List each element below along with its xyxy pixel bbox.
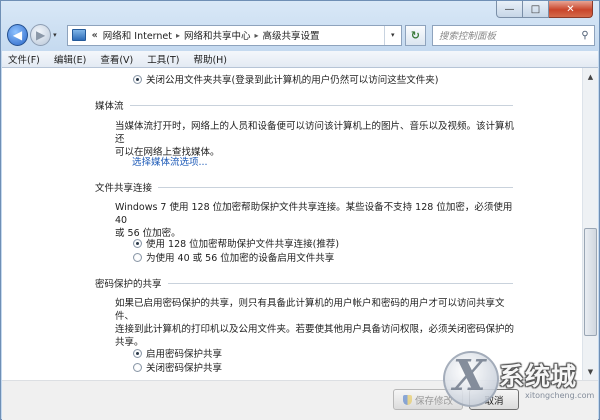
- watermark-url: xitongcheng.com: [525, 391, 595, 400]
- menu-view[interactable]: 查看(V): [94, 52, 141, 66]
- address-bar[interactable]: « 网络和 Internet ▸ 网络和共享中心 ▸ 高级共享设置 ▾: [66, 24, 402, 46]
- address-dropdown-icon[interactable]: ▾: [383, 25, 401, 45]
- close-button[interactable]: ✕: [549, 1, 593, 18]
- encryption-128-option[interactable]: 使用 128 位加密帮助保护文件共享连接(推荐): [133, 236, 339, 250]
- section-title: 文件共享连接: [95, 183, 153, 194]
- section-title: 媒体流: [95, 101, 124, 112]
- menu-file[interactable]: 文件(F): [2, 52, 48, 66]
- radio-button[interactable]: [133, 74, 142, 84]
- search-placeholder: 搜索控制面板: [438, 31, 496, 42]
- radio-button[interactable]: [133, 348, 142, 358]
- media-streaming-section-header: 媒体流: [95, 98, 513, 112]
- description-line: Windows 7 使用 128 位加密帮助保护文件共享连接。某些设备不支持 1…: [115, 202, 513, 226]
- recent-pages-dropdown-icon[interactable]: ▾: [53, 31, 63, 39]
- search-icon[interactable]: ⚲: [576, 30, 594, 41]
- option-label: 关闭密码保护共享: [146, 363, 223, 374]
- watermark-glyph: X: [453, 351, 486, 400]
- option-label: 关闭公用文件夹共享(登录到此计算机的用户仍然可以访问这些文件夹): [146, 75, 439, 86]
- password-sharing-on-option[interactable]: 启用密码保护共享: [133, 346, 222, 360]
- menu-help[interactable]: 帮助(H): [187, 52, 235, 66]
- section-divider: [158, 186, 513, 188]
- refresh-button[interactable]: ↻: [404, 24, 426, 46]
- media-streaming-options-link[interactable]: 选择媒体流选项...: [132, 154, 208, 168]
- option-label: 为使用 40 或 56 位加密的设备启用文件共享: [146, 253, 335, 264]
- breadcrumb-network-sharing-center[interactable]: 网络和共享中心: [181, 28, 254, 42]
- vertical-scrollbar[interactable]: ▲ ▼: [582, 68, 598, 380]
- option-label: 启用密码保护共享: [146, 349, 223, 360]
- address-tail: ▾: [383, 25, 401, 45]
- option-label: 使用 128 位加密帮助保护文件共享连接(推荐): [146, 239, 340, 250]
- breadcrumb-advanced-sharing[interactable]: 高级共享设置: [260, 28, 323, 42]
- radio-button[interactable]: [133, 362, 142, 372]
- description-line: 如果已启用密码保护的共享，则只有具备此计算机的用户帐户和密码的用户才可以访问共享…: [115, 298, 505, 322]
- uac-shield-icon: [402, 394, 412, 405]
- caption-buttons: — □ ✕: [496, 1, 593, 18]
- watermark-text: 系统城: [499, 362, 578, 391]
- site-watermark-logo: X 系统城 xitongcheng.com: [441, 349, 599, 419]
- section-title: 密码保护的共享: [95, 279, 162, 290]
- control-panel-window: — □ ✕ ◀ ▶ ▾ « 网络和 Internet ▸ 网络和共享中心 ▸ 高…: [0, 0, 600, 420]
- back-button[interactable]: ◀: [7, 24, 29, 46]
- forward-button[interactable]: ▶: [30, 24, 52, 46]
- menu-tools[interactable]: 工具(T): [141, 52, 187, 66]
- menu-edit[interactable]: 编辑(E): [48, 52, 94, 66]
- address-overflow-chevron-icon[interactable]: «: [90, 30, 100, 41]
- breadcrumb-network-internet[interactable]: 网络和 Internet: [100, 28, 175, 42]
- radio-button[interactable]: [133, 252, 142, 262]
- radio-button[interactable]: [133, 238, 142, 248]
- minimize-button[interactable]: —: [496, 1, 523, 18]
- password-sharing-section-header: 密码保护的共享: [95, 276, 513, 290]
- menu-bar: 文件(F) 编辑(E) 查看(V) 工具(T) 帮助(H): [2, 51, 598, 68]
- password-sharing-description: 如果已启用密码保护的共享，则只有具备此计算机的用户帐户和密码的用户才可以访问共享…: [115, 297, 515, 349]
- public-folder-off-option[interactable]: 关闭公用文件夹共享(登录到此计算机的用户仍然可以访问这些文件夹): [133, 72, 438, 86]
- description-line: 当媒体流打开时，网络上的人员和设备便可以访问该计算机上的图片、音乐以及视频。该计…: [115, 121, 515, 145]
- password-sharing-off-option[interactable]: 关闭密码保护共享: [133, 360, 222, 374]
- encryption-40-56-option[interactable]: 为使用 40 或 56 位加密的设备启用文件共享: [133, 250, 334, 264]
- maximize-button[interactable]: □: [523, 1, 549, 18]
- settings-content: 关闭公用文件夹共享(登录到此计算机的用户仍然可以访问这些文件夹) 媒体流 当媒体…: [2, 68, 582, 380]
- scrollbar-thumb[interactable]: [584, 228, 597, 336]
- navigation-bar: ◀ ▶ ▾ « 网络和 Internet ▸ 网络和共享中心 ▸ 高级共享设置 …: [7, 22, 596, 48]
- search-input[interactable]: 搜索控制面板 ⚲: [431, 24, 596, 46]
- file-sharing-section-header: 文件共享连接: [95, 180, 513, 194]
- scroll-up-icon[interactable]: ▲: [584, 69, 597, 84]
- control-panel-icon: [71, 29, 86, 41]
- section-divider: [129, 104, 513, 106]
- file-sharing-description: Windows 7 使用 128 位加密帮助保护文件共享连接。某些设备不支持 1…: [115, 201, 515, 240]
- section-divider: [167, 282, 513, 284]
